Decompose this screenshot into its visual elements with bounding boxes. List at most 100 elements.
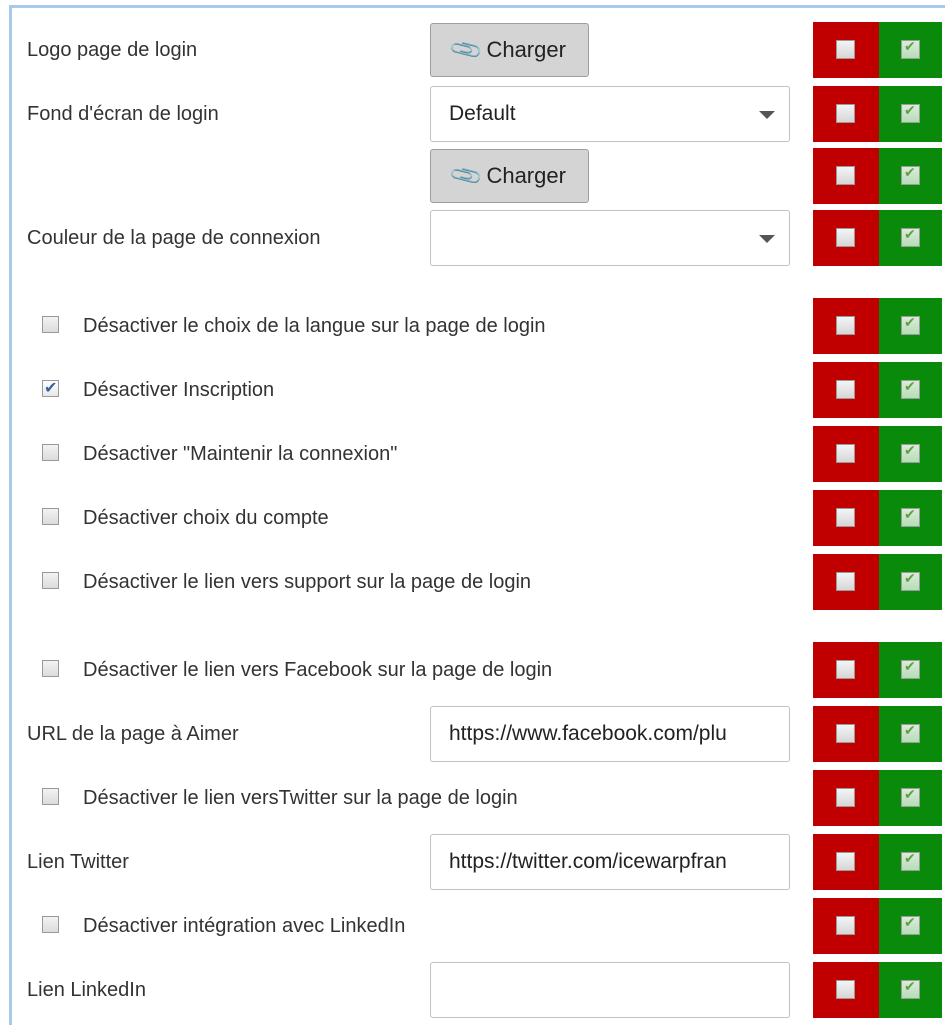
chevron-down-icon — [759, 111, 775, 119]
allow-checkbox[interactable] — [901, 723, 920, 743]
row-disable-account: Désactiver choix du compte — [0, 490, 945, 546]
twitter-url-input[interactable]: https://twitter.com/icewarpfran — [430, 834, 790, 890]
allow-cell — [879, 148, 942, 204]
deny-checkbox[interactable] — [836, 104, 855, 123]
row-background: Fond d'écran de login Default — [0, 86, 945, 142]
paperclip-icon: 📎 — [448, 157, 486, 195]
background-upload-button[interactable]: 📎 Charger — [430, 149, 589, 203]
allow-cell — [879, 770, 942, 826]
allow-checkbox[interactable] — [901, 379, 920, 399]
background-select[interactable]: Default — [430, 86, 790, 142]
allow-cell — [879, 706, 942, 762]
disable-language-permission-toggle — [813, 298, 942, 354]
deny-checkbox[interactable] — [836, 166, 855, 185]
disable-linkedin-checkbox[interactable] — [42, 916, 59, 933]
allow-checkbox[interactable] — [901, 103, 920, 123]
row-color: Couleur de la page de connexion — [0, 210, 945, 266]
deny-checkbox[interactable] — [836, 380, 855, 399]
color-label: Couleur de la page de connexion — [27, 227, 321, 249]
deny-checkbox[interactable] — [836, 724, 855, 743]
allow-checkbox[interactable] — [901, 443, 920, 463]
allow-checkbox[interactable] — [901, 915, 920, 935]
facebook-url-input[interactable]: https://www.facebook.com/plu — [430, 706, 790, 762]
deny-checkbox[interactable] — [836, 916, 855, 935]
disable-account-checkbox[interactable] — [42, 508, 59, 525]
row-background-upload: 📎 Charger — [0, 148, 945, 204]
deny-cell — [813, 898, 879, 954]
logo-upload-button[interactable]: 📎 Charger — [430, 23, 589, 77]
allow-checkbox[interactable] — [901, 979, 920, 999]
deny-checkbox[interactable] — [836, 852, 855, 871]
allow-cell — [879, 426, 942, 482]
deny-cell — [813, 490, 879, 546]
deny-cell — [813, 554, 879, 610]
deny-checkbox[interactable] — [836, 660, 855, 679]
disable-account-permission-toggle — [813, 490, 942, 546]
disable-support-checkbox[interactable] — [42, 572, 59, 589]
disable-remember-checkbox[interactable] — [42, 444, 59, 461]
deny-cell — [813, 298, 879, 354]
allow-checkbox[interactable] — [901, 165, 920, 185]
facebook-url-label: URL de la page à Aimer — [27, 723, 239, 745]
disable-twitter-permission-toggle — [813, 770, 942, 826]
twitter-url-permission-toggle — [813, 834, 942, 890]
allow-cell — [879, 554, 942, 610]
disable-twitter-label: Désactiver le lien versTwitter sur la pa… — [83, 787, 518, 809]
allow-cell — [879, 898, 942, 954]
row-disable-twitter: Désactiver le lien versTwitter sur la pa… — [0, 770, 945, 826]
row-disable-language: Désactiver le choix de la langue sur la … — [0, 298, 945, 354]
allow-checkbox[interactable] — [901, 571, 920, 591]
background-select-value: Default — [449, 102, 516, 125]
allow-cell — [879, 834, 942, 890]
disable-language-checkbox[interactable] — [42, 316, 59, 333]
disable-signup-checkbox[interactable] — [42, 378, 59, 397]
allow-checkbox[interactable] — [901, 507, 920, 527]
deny-checkbox[interactable] — [836, 508, 855, 527]
disable-remember-label: Désactiver "Maintenir la connexion" — [83, 443, 398, 465]
deny-cell — [813, 148, 879, 204]
disable-signup-label: Désactiver Inscription — [83, 379, 275, 401]
deny-checkbox[interactable] — [836, 316, 855, 335]
allow-checkbox[interactable] — [901, 39, 920, 59]
disable-facebook-label: Désactiver le lien vers Facebook sur la … — [83, 659, 553, 681]
deny-cell — [813, 706, 879, 762]
background-upload-permission-toggle — [813, 148, 942, 204]
row-logo: Logo page de login 📎 Charger — [0, 22, 945, 78]
deny-cell — [813, 426, 879, 482]
disable-twitter-checkbox[interactable] — [42, 788, 59, 805]
disable-language-label: Désactiver le choix de la langue sur la … — [83, 315, 546, 337]
logo-label: Logo page de login — [27, 39, 198, 61]
paperclip-icon: 📎 — [448, 31, 486, 69]
color-permission-toggle — [813, 210, 942, 266]
allow-checkbox[interactable] — [901, 227, 920, 247]
allow-checkbox[interactable] — [901, 851, 920, 871]
deny-cell — [813, 834, 879, 890]
allow-cell — [879, 362, 942, 418]
disable-remember-permission-toggle — [813, 426, 942, 482]
deny-checkbox[interactable] — [836, 228, 855, 247]
allow-cell — [879, 642, 942, 698]
deny-cell — [813, 770, 879, 826]
allow-cell — [879, 86, 942, 142]
allow-checkbox[interactable] — [901, 787, 920, 807]
deny-checkbox[interactable] — [836, 444, 855, 463]
row-disable-support: Désactiver le lien vers support sur la p… — [0, 554, 945, 610]
deny-checkbox[interactable] — [836, 40, 855, 59]
color-select[interactable] — [430, 210, 790, 266]
deny-checkbox[interactable] — [836, 572, 855, 591]
deny-cell — [813, 22, 879, 78]
row-facebook-url: URL de la page à Aimer https://www.faceb… — [0, 706, 945, 762]
linkedin-url-permission-toggle — [813, 962, 942, 1018]
linkedin-url-input[interactable] — [430, 962, 790, 1018]
deny-checkbox[interactable] — [836, 788, 855, 807]
row-linkedin-url: Lien LinkedIn — [0, 962, 945, 1018]
deny-cell — [813, 362, 879, 418]
allow-checkbox[interactable] — [901, 659, 920, 679]
allow-checkbox[interactable] — [901, 315, 920, 335]
disable-linkedin-label: Désactiver intégration avec LinkedIn — [83, 915, 406, 937]
deny-cell — [813, 210, 879, 266]
deny-checkbox[interactable] — [836, 980, 855, 999]
twitter-url-label: Lien Twitter — [27, 851, 129, 873]
disable-facebook-checkbox[interactable] — [42, 660, 59, 677]
row-disable-remember: Désactiver "Maintenir la connexion" — [0, 426, 945, 482]
